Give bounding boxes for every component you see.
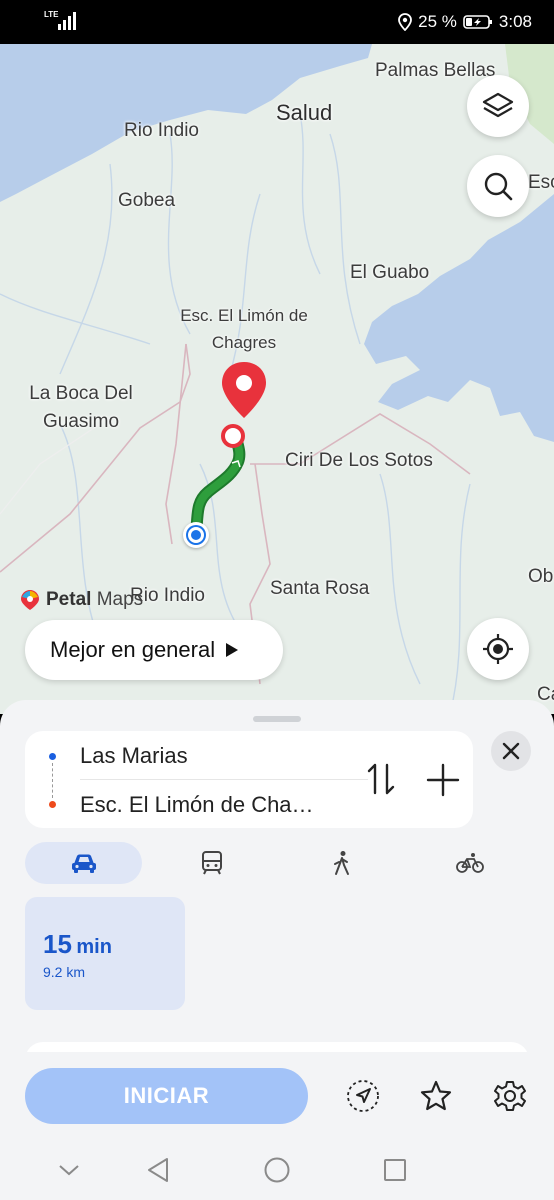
- mode-bike-tab[interactable]: [440, 842, 500, 884]
- add-stop-button[interactable]: [425, 762, 461, 798]
- nav-home-button[interactable]: [262, 1156, 292, 1184]
- place-label: Santa Rosa: [270, 578, 370, 599]
- battery-percent: 25 %: [418, 12, 457, 31]
- bike-icon: [456, 853, 484, 873]
- origin-marker[interactable]: [183, 522, 209, 548]
- mode-walk-tab[interactable]: [312, 842, 372, 884]
- search-button[interactable]: [467, 155, 529, 217]
- settings-gear-icon: [494, 1081, 526, 1111]
- petal-logo-icon: [21, 590, 39, 610]
- place-label: Ciri De Los Sotos: [285, 450, 433, 471]
- battery-saver-icon: [463, 15, 492, 29]
- destination-label: Esc. El Limón de Chagres: [180, 306, 308, 352]
- layers-icon: [482, 92, 514, 118]
- place-label: La Boca Del Guasimo: [29, 383, 133, 432]
- destination-pin-icon[interactable]: [218, 360, 270, 420]
- route-inputs-card: Las Marias Esc. El Limón de Cha…: [25, 731, 473, 828]
- destination-field[interactable]: Esc. El Limón de Cha…: [80, 792, 314, 818]
- home-circle-icon: [264, 1157, 290, 1183]
- route-connector: [52, 763, 53, 798]
- mode-car-tab[interactable]: [25, 842, 142, 884]
- swap-route-button[interactable]: [365, 761, 399, 797]
- swap-icon: [367, 763, 395, 795]
- status-bar: LTE 25 % 3:08: [0, 0, 554, 44]
- location-icon: [398, 13, 413, 31]
- transit-icon: [202, 851, 222, 875]
- place-label: Salud: [276, 100, 333, 125]
- search-icon: [484, 172, 513, 201]
- destination-point[interactable]: [221, 424, 245, 448]
- walk-icon: [334, 851, 349, 875]
- brand-name: Petal: [46, 589, 92, 610]
- petal-maps-logo: Petal Maps: [20, 589, 143, 611]
- action-bar: INICIAR: [0, 1052, 554, 1140]
- divider: [80, 779, 368, 780]
- route-preference-label: Mejor en general: [50, 637, 216, 662]
- favorite-star-icon: [420, 1080, 452, 1111]
- map-canvas: [0, 44, 554, 714]
- my-location-icon: [483, 634, 513, 664]
- route-preference-button[interactable]: Mejor en general: [25, 620, 283, 680]
- origin-field[interactable]: Las Marias: [80, 743, 188, 769]
- place-label: Esc: [528, 172, 554, 193]
- drag-handle[interactable]: [253, 716, 301, 722]
- nav-recents-button[interactable]: [380, 1156, 410, 1184]
- car-icon: [71, 854, 96, 873]
- navigate-button[interactable]: [343, 1076, 383, 1116]
- start-navigation-button[interactable]: INICIAR: [25, 1068, 308, 1124]
- route-duration-unit: min: [76, 936, 112, 958]
- plus-icon: [426, 763, 460, 797]
- system-nav-bar: [0, 1140, 554, 1200]
- route-option-card[interactable]: 15 min 9.2 km: [25, 897, 185, 1010]
- route-duration: 15: [43, 929, 72, 959]
- nav-collapse-button[interactable]: [54, 1156, 84, 1184]
- signal-icon: LTE: [44, 10, 78, 32]
- place-label: Rio Indio: [124, 120, 199, 141]
- back-triangle-icon: [148, 1158, 168, 1182]
- brand-name-rest: Maps: [96, 589, 144, 610]
- place-label: Gobea: [118, 190, 176, 211]
- my-location-button[interactable]: [467, 618, 529, 680]
- close-button[interactable]: [491, 731, 531, 771]
- favorite-button[interactable]: [416, 1076, 456, 1116]
- close-icon: [502, 742, 520, 760]
- navigate-icon: [347, 1080, 379, 1112]
- place-label: Palmas Bellas: [375, 60, 496, 81]
- mode-transit-tab[interactable]: [182, 842, 242, 884]
- map-view[interactable]: Palmas Bellas Salud Rio Indio Gobea El G…: [0, 44, 554, 714]
- settings-button[interactable]: [490, 1076, 530, 1116]
- nav-back-button[interactable]: [143, 1156, 173, 1184]
- layers-button[interactable]: [467, 75, 529, 137]
- place-label: Ob: [528, 566, 554, 587]
- route-distance: 9.2 km: [43, 964, 86, 980]
- origin-dot-icon: [49, 753, 56, 760]
- recents-square-icon: [384, 1159, 406, 1181]
- play-triangle-icon: [226, 643, 239, 657]
- chevron-down-icon: [59, 1165, 79, 1176]
- destination-dot-icon: [49, 801, 56, 808]
- clock: 3:08: [498, 12, 532, 31]
- place-label: El Guabo: [350, 262, 430, 283]
